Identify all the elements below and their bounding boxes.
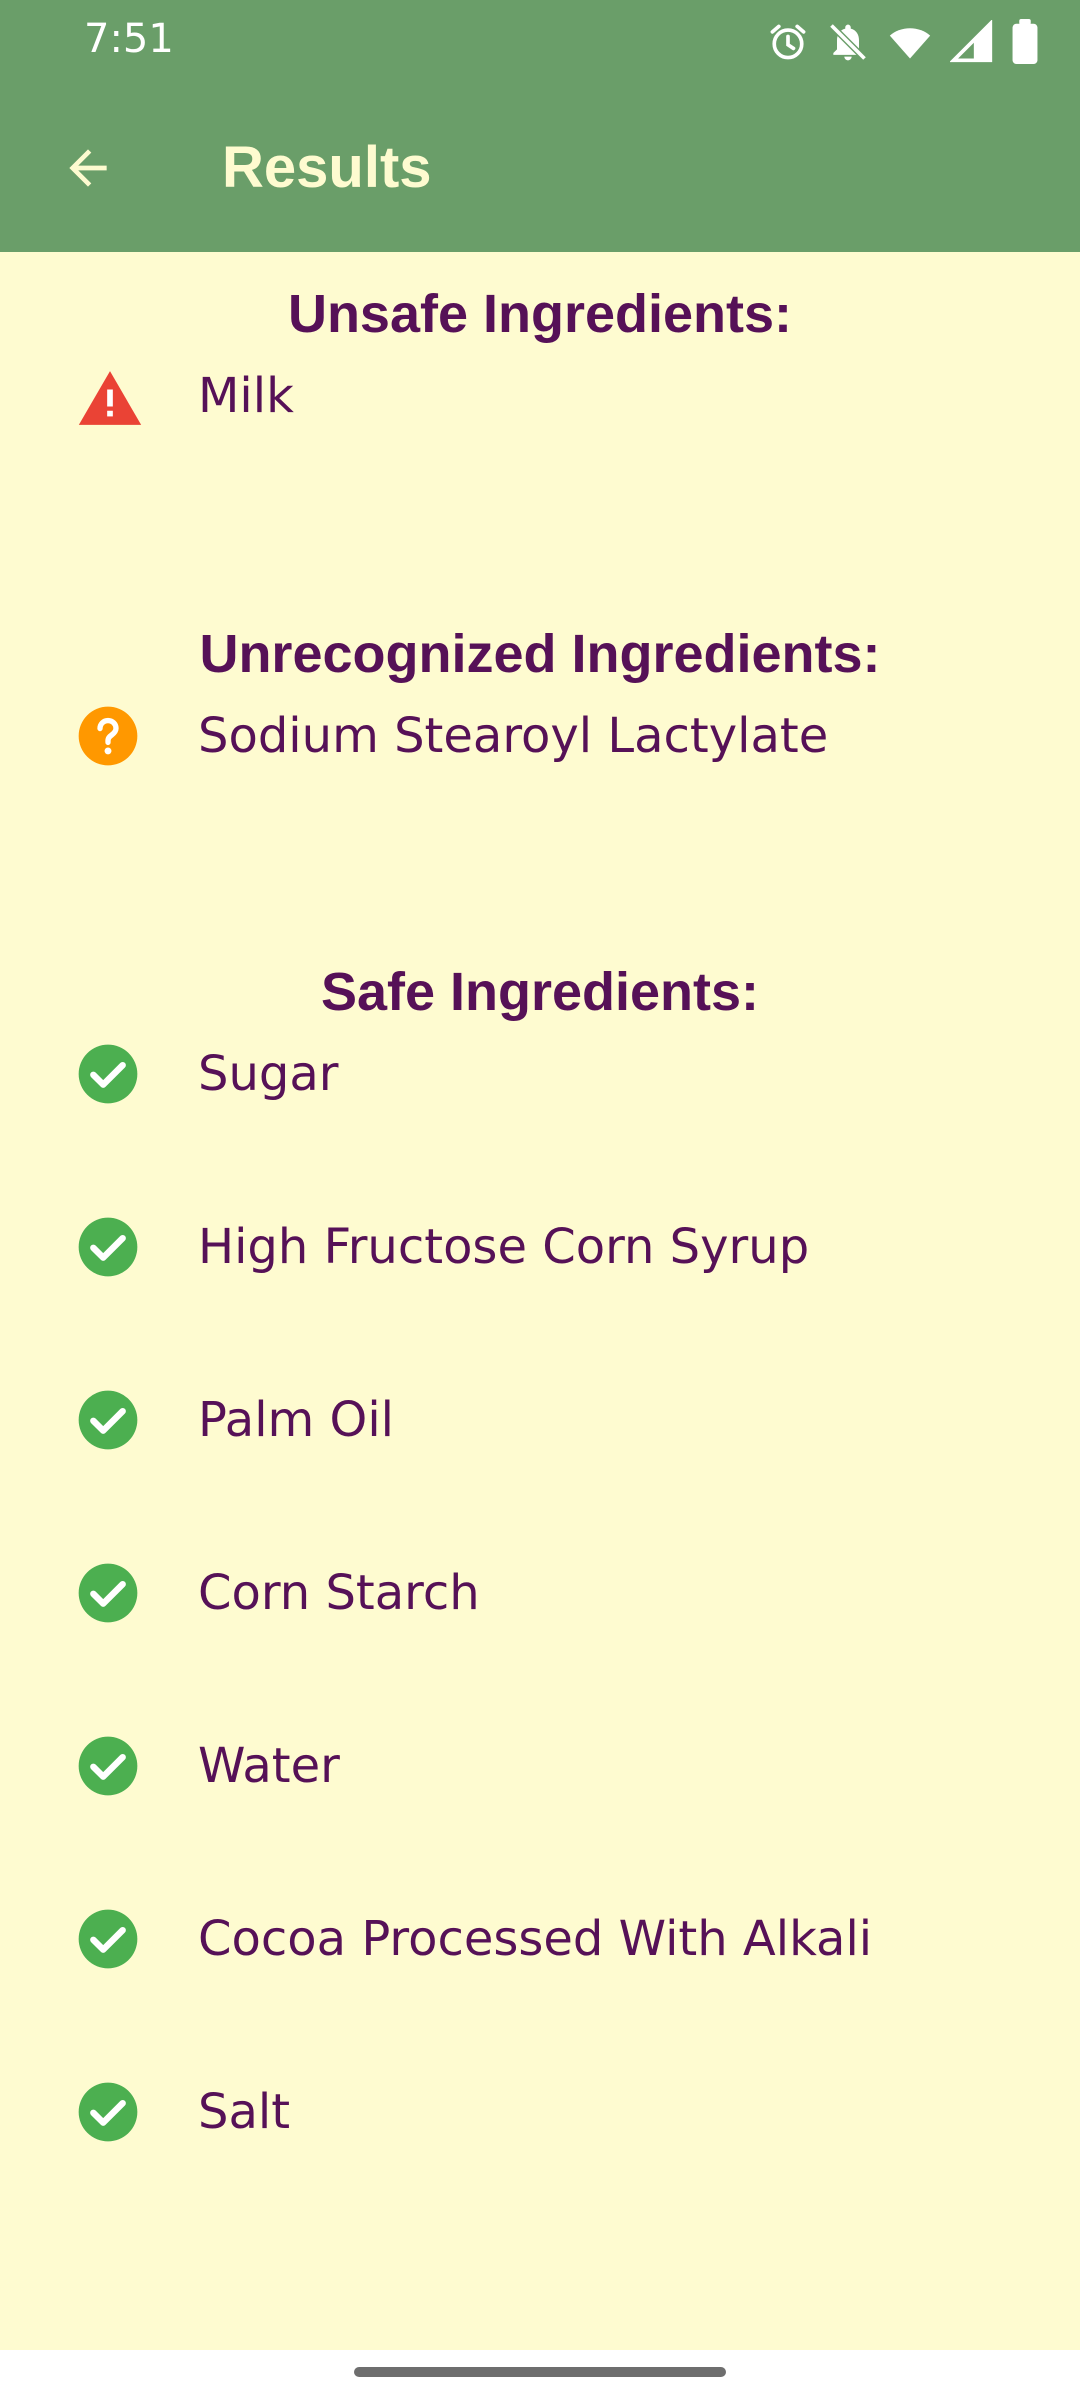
safe-ingredient-row: Corn Starch — [0, 1533, 1080, 1653]
ingredient-label: Palm Oil — [198, 1392, 395, 1448]
app-bar: Results — [0, 84, 1080, 252]
safe-ingredient-row: Salt — [0, 2052, 1080, 2172]
check-circle-icon — [78, 2082, 138, 2142]
safe-ingredient-row: Palm Oil — [0, 1360, 1080, 1480]
battery-icon — [1012, 19, 1038, 65]
arrow-back-icon — [69, 149, 107, 187]
check-circle-icon — [78, 1390, 138, 1450]
ingredient-label: Water — [198, 1738, 340, 1794]
ingredient-label: Milk — [198, 368, 294, 424]
check-circle-icon — [78, 1909, 138, 1969]
status-bar: 7:51 — [0, 0, 1080, 84]
ingredient-label: Sugar — [198, 1046, 339, 1102]
ingredient-label: High Fructose Corn Syrup — [198, 1219, 810, 1275]
check-circle-icon — [78, 1736, 138, 1796]
safe-ingredient-row: Sugar — [0, 1014, 1080, 1134]
status-icons — [766, 18, 1040, 66]
check-circle-icon — [78, 1217, 138, 1277]
ingredient-label: Corn Starch — [198, 1565, 480, 1621]
safe-ingredient-row: High Fructose Corn Syrup — [0, 1187, 1080, 1307]
status-time: 7:51 — [84, 16, 174, 62]
warning-icon — [78, 371, 142, 425]
safe-ingredient-row: Water — [0, 1706, 1080, 1826]
page-title: Results — [222, 135, 432, 200]
check-circle-icon — [78, 1563, 138, 1623]
cell-signal-icon — [950, 20, 993, 63]
check-circle-icon — [78, 1044, 138, 1104]
safe-ingredient-row: Cocoa Processed With Alkali — [0, 1879, 1080, 1999]
notifications-off-icon — [829, 23, 867, 61]
unrecognized-ingredient-row: Sodium Stearoyl Lactylate — [0, 676, 1080, 796]
ingredient-label: Cocoa Processed With Alkali — [198, 1911, 873, 1967]
gesture-handle[interactable] — [354, 2367, 726, 2377]
help-icon — [78, 706, 138, 766]
ingredient-label: Sodium Stearoyl Lactylate — [198, 708, 829, 764]
unsafe-ingredient-row: Milk — [0, 336, 1080, 456]
back-button[interactable] — [48, 128, 128, 208]
ingredient-label: Salt — [198, 2084, 291, 2140]
wifi-icon — [889, 28, 931, 59]
alarm-icon — [770, 24, 806, 60]
